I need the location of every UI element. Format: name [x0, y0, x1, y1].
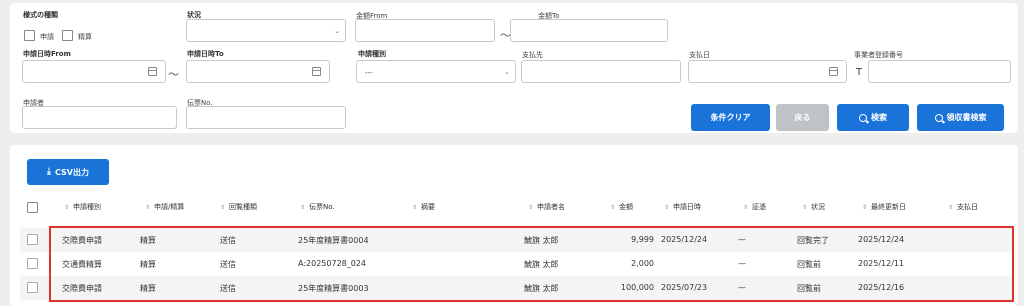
applicant-input[interactable] [22, 106, 177, 129]
status-select[interactable]: ⌄ [186, 19, 346, 42]
sort-icon: ⇕ [862, 204, 868, 211]
header-evidence[interactable]: ⇕ 証憑 [743, 202, 766, 212]
apply-date-from-input[interactable] [22, 60, 166, 83]
clear-conditions-label: 条件クリア [710, 113, 751, 122]
header-kind[interactable]: ⇕ 申請種別 [64, 202, 101, 212]
calendar-icon[interactable] [829, 67, 838, 76]
amount-from-input[interactable] [355, 19, 495, 42]
apply-date-to-label: 申請日時To [187, 50, 224, 58]
highlight-box [49, 226, 1014, 302]
registration-prefix: T [856, 67, 863, 78]
header-amount[interactable]: ⇕ 金額 [610, 202, 633, 212]
receipt-search-label: 領収書検索 [946, 113, 987, 122]
apply-kind-value: --- [365, 69, 373, 77]
search-icon [859, 113, 867, 122]
pay-date-label: 支払日 [689, 51, 710, 59]
row-checkbox[interactable] [27, 258, 38, 269]
apply-checkbox[interactable] [24, 30, 35, 41]
search-icon [934, 113, 943, 122]
header-updated[interactable]: ⇕ 最終更新日 [862, 202, 906, 212]
apply-option-label: 申請 [40, 33, 54, 41]
search-button[interactable]: 検索 [837, 104, 909, 131]
sort-icon: ⇕ [610, 204, 616, 211]
apply-kind-select[interactable]: --- ⌄ [356, 60, 516, 83]
header-voucher[interactable]: ⇕ 伝票No. [300, 202, 335, 212]
amount-to-input[interactable] [510, 19, 668, 42]
settle-checkbox[interactable] [62, 30, 73, 41]
row-checkbox[interactable] [27, 282, 38, 293]
search-label: 検索 [871, 113, 887, 122]
filter-panel: 様式の種類 申請 精算 状況 ⌄ 金額From ～ 金額To 申請日時From … [10, 3, 1018, 133]
calendar-icon[interactable] [312, 67, 321, 76]
back-button[interactable]: 戻る [776, 104, 829, 131]
sort-icon: ⇕ [802, 204, 808, 211]
sort-icon: ⇕ [948, 204, 954, 211]
voucher-input[interactable] [186, 106, 346, 129]
sort-icon: ⇕ [664, 204, 670, 211]
apply-date-to-input[interactable] [186, 60, 330, 83]
header-circulation[interactable]: ⇕ 回覧種類 [220, 202, 257, 212]
download-icon: ⤓ [47, 167, 51, 177]
registration-number-label: 事業者登録番号 [854, 51, 903, 59]
sort-icon: ⇕ [743, 204, 749, 211]
receipt-search-button[interactable]: 領収書検索 [917, 104, 1004, 131]
header-type[interactable]: ⇕ 申請/精算 [145, 202, 184, 212]
sort-icon: ⇕ [412, 204, 418, 211]
row-checkbox[interactable] [27, 234, 38, 245]
sort-icon: ⇕ [64, 204, 70, 211]
sort-icon: ⇕ [300, 204, 306, 211]
apply-kind-label: 申請種別 [358, 50, 386, 58]
payee-label: 支払先 [522, 51, 543, 59]
registration-number-input[interactable] [868, 60, 1011, 83]
payee-input[interactable] [521, 60, 681, 83]
calendar-icon[interactable] [148, 67, 157, 76]
form-type-label: 様式の種類 [23, 11, 58, 19]
apply-date-range-separator: ～ [168, 68, 179, 81]
header-memo[interactable]: ⇕ 摘要 [412, 202, 435, 212]
sort-icon: ⇕ [528, 204, 534, 211]
header-paydate[interactable]: ⇕ 支払日 [948, 202, 978, 212]
settle-option-label: 精算 [78, 33, 92, 41]
header-applicant[interactable]: ⇕ 申請者名 [528, 202, 565, 212]
csv-export-label: CSV出力 [55, 167, 89, 177]
sort-icon: ⇕ [145, 204, 151, 211]
select-all-checkbox[interactable] [27, 202, 38, 213]
clear-conditions-button[interactable]: 条件クリア [691, 104, 770, 131]
pay-date-input[interactable] [688, 60, 847, 83]
back-label: 戻る [794, 113, 811, 122]
apply-date-from-label: 申請日時From [23, 50, 71, 58]
chevron-down-icon: ⌄ [504, 68, 510, 76]
chevron-down-icon: ⌄ [334, 27, 340, 35]
csv-export-button[interactable]: ⤓ CSV出力 [27, 159, 109, 185]
header-date[interactable]: ⇕ 申請日時 [664, 202, 701, 212]
sort-icon: ⇕ [220, 204, 226, 211]
header-status[interactable]: ⇕ 状況 [802, 202, 825, 212]
